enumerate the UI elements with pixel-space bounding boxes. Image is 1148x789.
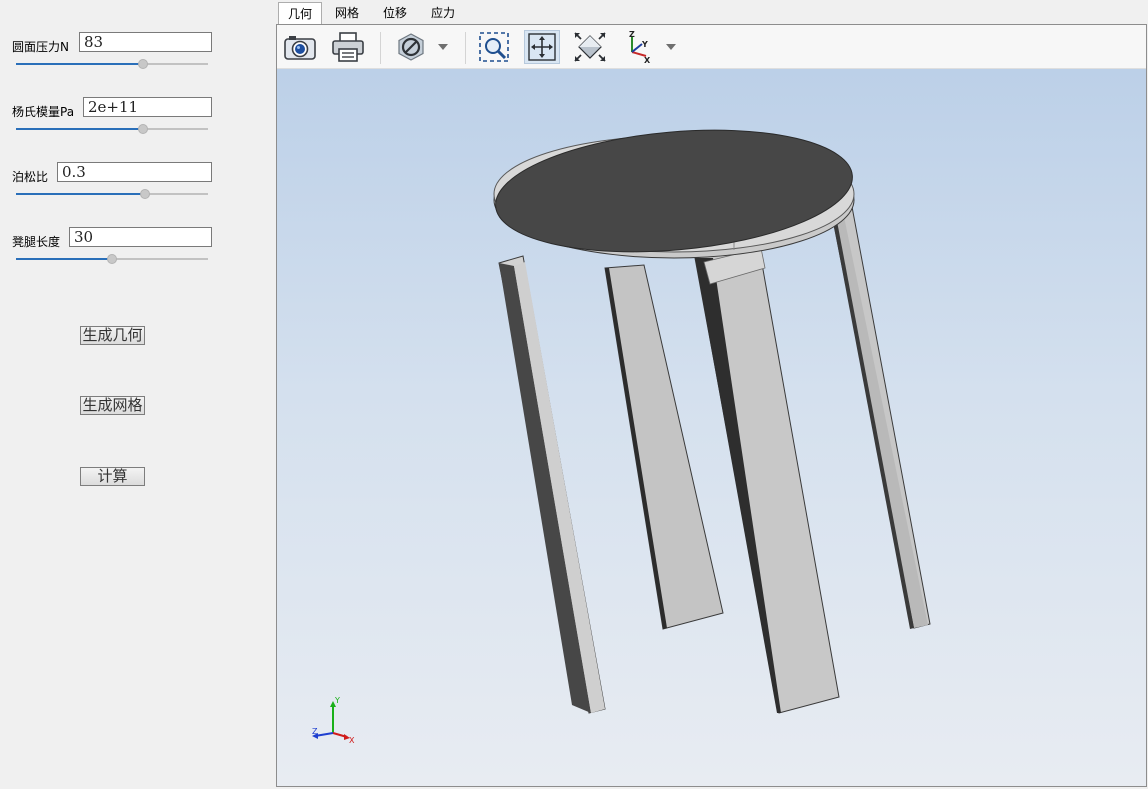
triad-y-label: Y xyxy=(334,696,340,705)
leg-length-label: 凳腿长度 xyxy=(12,235,61,249)
param-pressure: 圆面压力N xyxy=(12,32,212,72)
axis-triad: Y X Z xyxy=(312,696,355,745)
param-leg-length: 凳腿长度 xyxy=(12,227,212,267)
tab-displacement[interactable]: 位移 xyxy=(372,2,418,24)
compute-button[interactable]: 计算 xyxy=(80,467,145,486)
zoom-window-icon[interactable] xyxy=(476,30,512,64)
print-icon[interactable] xyxy=(330,30,366,64)
param-youngs-modulus: 杨氏模量Pa xyxy=(12,97,212,137)
view-axes-x-label: X xyxy=(644,56,651,64)
3d-viewer: Z Y X Y X Z xyxy=(276,24,1147,787)
generate-geometry-button[interactable]: 生成几何 xyxy=(80,326,145,345)
fit-all-icon[interactable] xyxy=(572,30,608,64)
poisson-ratio-slider-fill xyxy=(16,193,145,195)
pressure-label: 圆面压力N xyxy=(12,40,69,54)
youngs-modulus-slider-handle[interactable] xyxy=(137,124,148,134)
youngs-modulus-label: 杨氏模量Pa xyxy=(12,105,75,119)
triad-z-label: Z xyxy=(312,727,318,736)
section-dropdown-icon[interactable] xyxy=(438,43,448,51)
tab-stress[interactable]: 应力 xyxy=(420,2,466,24)
tab-mesh[interactable]: 网格 xyxy=(324,2,370,24)
poisson-ratio-slider[interactable] xyxy=(16,189,208,199)
stool-model xyxy=(493,129,931,714)
app-window: 圆面压力N 杨氏模量Pa 泊松比 xyxy=(0,0,1148,789)
pressure-slider-fill xyxy=(16,63,143,65)
pressure-slider[interactable] xyxy=(16,59,208,69)
pressure-slider-handle[interactable] xyxy=(137,59,148,69)
3d-scene[interactable]: Y X Z xyxy=(277,69,1146,786)
camera-icon[interactable] xyxy=(282,30,318,64)
leg-length-slider-fill xyxy=(16,258,112,260)
view-axes-z-label: Z xyxy=(629,30,635,39)
youngs-modulus-slider-fill xyxy=(16,128,143,130)
view-axes-y-label: Y xyxy=(641,40,648,49)
tab-geometry[interactable]: 几何 xyxy=(278,2,322,26)
leg-length-input[interactable] xyxy=(69,227,212,247)
viewer-area: 几何 网格 位移 应力 Z Y X Y X Z xyxy=(276,0,1147,788)
leg-length-slider-handle[interactable] xyxy=(107,254,117,264)
view-axes-icon[interactable]: Z Y X xyxy=(620,30,656,64)
poisson-ratio-slider-handle[interactable] xyxy=(139,189,150,199)
no-section-icon[interactable] xyxy=(393,30,429,64)
poisson-ratio-label: 泊松比 xyxy=(12,170,49,184)
pressure-input[interactable] xyxy=(79,32,212,52)
triad-x-label: X xyxy=(349,736,355,745)
viewer-toolbar: Z Y X xyxy=(277,25,1146,69)
pan-icon[interactable] xyxy=(524,30,560,64)
youngs-modulus-input[interactable] xyxy=(83,97,212,117)
param-poisson-ratio: 泊松比 xyxy=(12,162,212,202)
view-dropdown-icon[interactable] xyxy=(666,43,676,51)
poisson-ratio-input[interactable] xyxy=(57,162,212,182)
youngs-modulus-slider[interactable] xyxy=(16,124,208,134)
view-tabs: 几何 网格 位移 应力 xyxy=(276,2,1147,26)
leg-length-slider[interactable] xyxy=(16,254,208,264)
generate-mesh-button[interactable]: 生成网格 xyxy=(80,396,145,415)
parameter-panel: 圆面压力N 杨氏模量Pa 泊松比 xyxy=(0,0,274,789)
